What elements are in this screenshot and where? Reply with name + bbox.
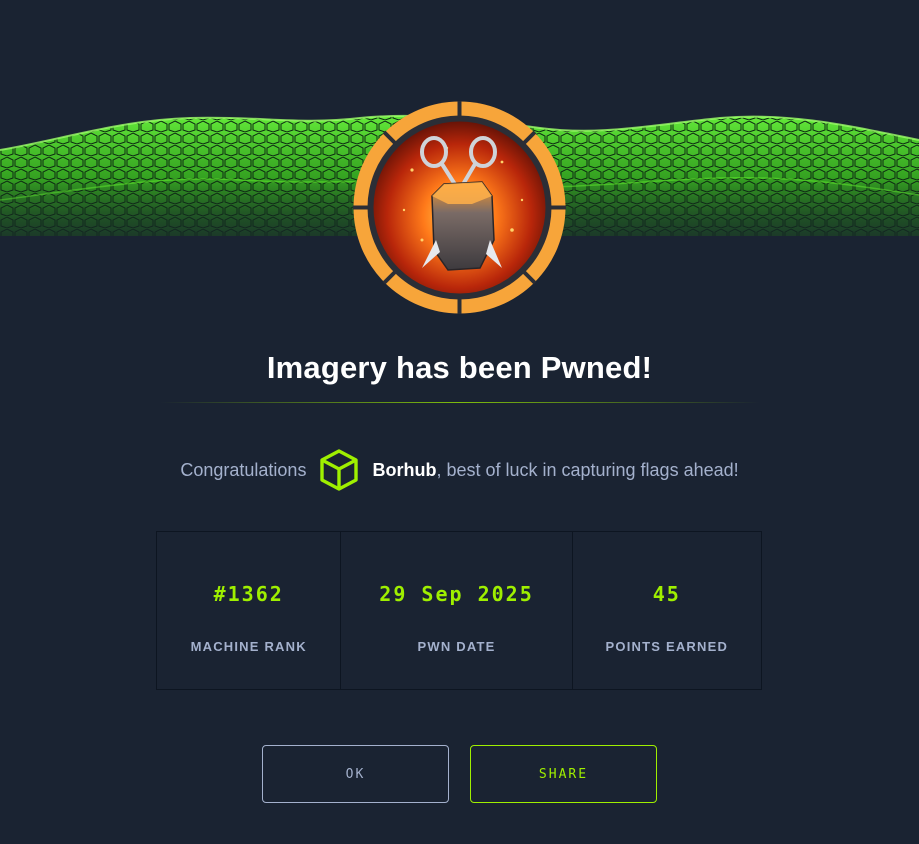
machine-badge-icon <box>352 100 567 315</box>
machine-rank-label: MACHINE RANK <box>190 639 307 654</box>
share-button[interactable]: SHARE <box>470 745 657 803</box>
username[interactable]: Borhub <box>372 460 436 481</box>
hexagon-cube-avatar-icon <box>318 448 360 492</box>
page-title: Imagery has been Pwned! <box>266 350 653 385</box>
stat-pwn-date: 29 Sep 2025 PWN DATE <box>341 532 573 689</box>
pwn-date-label: PWN DATE <box>417 639 496 654</box>
stat-machine-rank: #1362 MACHINE RANK <box>157 532 342 689</box>
points-earned-value: 45 <box>652 582 681 606</box>
points-earned-label: POINTS EARNED <box>605 639 729 654</box>
stats-panel: #1362 MACHINE RANK 29 Sep 2025 PWN DATE … <box>156 531 762 690</box>
title-divider <box>160 402 760 403</box>
pwn-date-value: 29 Sep 2025 <box>379 582 534 606</box>
congrats-message: Congratulations Borhub , best of luck in… <box>0 446 919 494</box>
ok-button[interactable]: OK <box>262 745 449 803</box>
stat-points-earned: 45 POINTS EARNED <box>573 532 761 689</box>
congrats-prefix: Congratulations <box>180 459 307 480</box>
machine-rank-value: #1362 <box>213 582 284 606</box>
pwned-modal: Imagery has been Pwned! Congratulations … <box>0 0 919 844</box>
congrats-suffix: , best of luck in capturing flags ahead! <box>436 459 739 480</box>
